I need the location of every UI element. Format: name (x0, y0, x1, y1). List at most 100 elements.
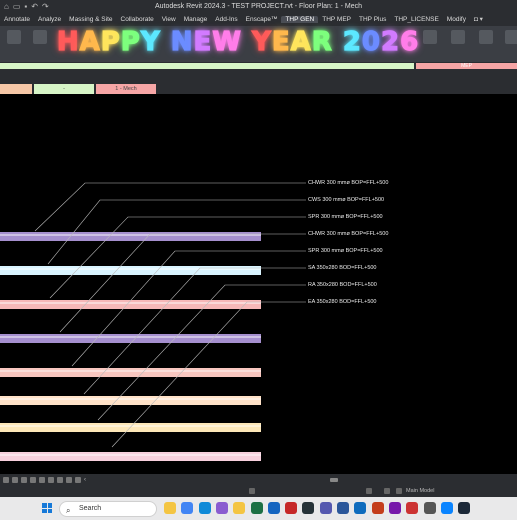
temporary-hide-icon[interactable] (66, 477, 72, 483)
tool-icon (423, 30, 437, 44)
windows-taskbar: ⌕ Search (0, 497, 517, 520)
revit-icon[interactable] (267, 502, 280, 514)
ribbon-button[interactable] (28, 28, 52, 58)
taskbar-search-box[interactable]: ⌕ Search (59, 501, 157, 517)
tool-icon (505, 30, 517, 44)
window-title: Autodesk Revit 2024.3 - TEST PROJECT.rvt… (154, 2, 363, 10)
folder-icon[interactable] (233, 502, 246, 514)
pipe-chwr[interactable] (0, 334, 261, 343)
view-tab[interactable]: - (34, 84, 94, 94)
pipe-tag[interactable]: CHWR 300 mmø BOP=FFL+500 (308, 180, 388, 187)
filter-icon[interactable] (384, 488, 390, 494)
drawing-canvas[interactable]: CHWR 300 mmø BOP=FFL+500 CWS 300 mmø BOP=… (0, 94, 517, 474)
tool-icon (33, 30, 47, 44)
ribbon-minimize-icon[interactable]: ◘ ▾ (474, 15, 483, 23)
kodi-icon[interactable] (302, 502, 315, 514)
tool-icon (451, 30, 465, 44)
design-options-icon[interactable] (366, 488, 372, 494)
onenote-icon[interactable] (388, 502, 401, 514)
pipe-highlight (0, 336, 261, 338)
ribbon-tab[interactable]: Modify (443, 16, 470, 23)
chrome-icon[interactable] (181, 502, 194, 514)
pipe-tag[interactable]: SA 350x280 BOD=FFL+500 (308, 265, 377, 272)
ribbon-tab[interactable]: THP_LICENSE (390, 16, 442, 23)
pipe-spr[interactable] (0, 300, 261, 309)
pipe-tag[interactable]: RA 350x280 BOD=FFL+500 (308, 282, 377, 289)
file-explorer-icon[interactable] (164, 502, 176, 514)
autocad-icon[interactable] (285, 502, 298, 514)
visual-style-icon[interactable] (21, 477, 27, 483)
ribbon-tab[interactable]: Annotate (0, 16, 34, 23)
pipe-chwr[interactable] (0, 232, 261, 241)
ribbon-tab[interactable]: Enscape™ (242, 16, 282, 23)
home-icon[interactable]: ⌂ (4, 2, 9, 11)
edge-icon[interactable] (198, 502, 211, 514)
view-tab[interactable] (0, 84, 32, 94)
scroll-left-icon[interactable]: ‹ (84, 477, 86, 483)
ribbon-tab[interactable]: View (158, 16, 180, 23)
horizontal-scrollbar[interactable] (330, 478, 338, 482)
ribbon-group-label-bar (0, 63, 414, 69)
ribbon-tab[interactable]: Massing & Site (65, 16, 116, 23)
ribbon-tab[interactable]: Analyze (34, 16, 65, 23)
undo-icon[interactable]: ↶ (31, 2, 38, 11)
tool-icon (479, 30, 493, 44)
crop-view-icon[interactable] (48, 477, 54, 483)
pipe-sa[interactable] (0, 396, 261, 405)
calculator-icon[interactable] (423, 502, 436, 514)
pipe-tag[interactable]: SPR 300 mmø BOP=FFL+500 (308, 214, 383, 221)
outlook-icon[interactable] (354, 502, 367, 514)
ribbon-tab[interactable]: THP GEN (281, 15, 319, 23)
sun-path-icon[interactable] (30, 477, 36, 483)
quick-access-toolbar: ⌂ ▭ ▪ ↶ ↷ (0, 2, 49, 11)
tag-leader-line (59, 233, 306, 333)
ribbon-tab[interactable]: Collaborate (117, 16, 158, 23)
pipe-tag[interactable]: CHWR 300 mmø BOP=FFL+500 (308, 231, 388, 238)
title-bar: ⌂ ▭ ▪ ↶ ↷ Autodesk Revit 2024.3 - TEST P… (0, 0, 517, 12)
editable-only-icon[interactable] (396, 488, 402, 494)
ribbon-button[interactable] (418, 28, 442, 58)
view-tab[interactable]: 1 - Mech (96, 84, 156, 94)
photos-icon[interactable] (440, 502, 453, 514)
windows-start-icon[interactable] (42, 503, 52, 513)
ribbon-button[interactable] (500, 28, 517, 58)
ribbon-tab-bar: Annotate Analyze Massing & Site Collaborate… (0, 12, 517, 26)
pipe-tag[interactable]: CWS 300 mmø BOP=FFL+500 (308, 197, 384, 204)
excel-icon[interactable] (250, 502, 263, 514)
redo-icon[interactable]: ↷ (42, 2, 49, 11)
ribbon-tab[interactable]: Add-Ins (211, 16, 241, 23)
floor-plan-drawing (0, 182, 306, 461)
pipe-tag[interactable]: SPR 300 mmø BOP=FFL+500 (308, 248, 383, 255)
visual-studio-icon[interactable] (215, 502, 228, 514)
ribbon-button[interactable] (474, 28, 498, 58)
tool-icon (7, 30, 21, 44)
pipe-cws[interactable] (0, 266, 261, 275)
pipe-highlight (0, 398, 261, 400)
detail-level-icon[interactable] (12, 477, 18, 483)
active-model-label[interactable]: Main Model (406, 488, 434, 494)
pipe-ea[interactable] (0, 452, 261, 461)
teams-icon[interactable] (319, 502, 332, 514)
happy-new-year-banner: HAPPY NEW YEAR 2026 (56, 26, 420, 57)
pipe-spr[interactable] (0, 368, 261, 377)
steam-icon[interactable] (458, 502, 471, 514)
search-icon: ⌕ (66, 506, 71, 515)
reveal-hidden-icon[interactable] (75, 477, 81, 483)
save-icon[interactable]: ▪ (24, 2, 27, 11)
sketchup-icon[interactable] (406, 502, 419, 514)
scale-icon[interactable] (3, 477, 9, 483)
shadows-icon[interactable] (39, 477, 45, 483)
powerpoint-icon[interactable] (371, 502, 384, 514)
word-icon[interactable] (337, 502, 349, 514)
open-icon[interactable]: ▭ (13, 2, 21, 11)
ribbon-tab[interactable]: THP Plus (355, 16, 390, 23)
ribbon-group-label-bar-mep: MEP (416, 63, 517, 69)
ribbon-tab[interactable]: THP MEP (318, 16, 355, 23)
ribbon-button[interactable] (446, 28, 470, 58)
ribbon-tab[interactable]: Manage (180, 16, 212, 23)
pipe-tag[interactable]: EA 350x280 BOD=FFL+500 (308, 299, 377, 306)
tag-leader-line (34, 182, 306, 232)
worksets-icon[interactable] (249, 488, 255, 494)
show-crop-icon[interactable] (57, 477, 63, 483)
ribbon-button[interactable] (2, 28, 26, 58)
